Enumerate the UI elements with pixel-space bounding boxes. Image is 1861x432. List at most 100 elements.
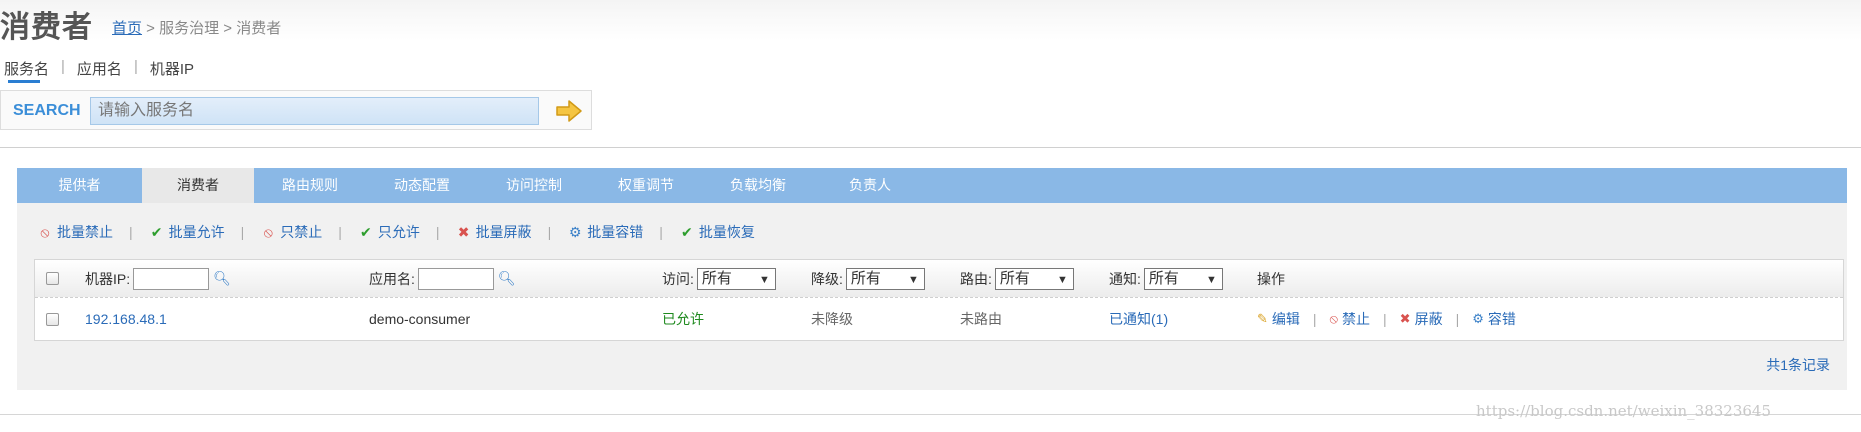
select-value: 所有 [999, 269, 1030, 287]
action-label: 只禁止 [280, 224, 323, 240]
batch-actions: ⦸ 批量禁止 | ✔ 批量允许 | ⦸ 只禁止 | ✔ 只允许 | ✖ 批量屏蔽… [37, 222, 755, 242]
degrade-status: 未降级 [811, 311, 853, 327]
check-icon: ✔ [680, 223, 693, 240]
app-filter-input[interactable] [417, 267, 494, 290]
forbid-icon: ⦸ [1329, 311, 1339, 326]
app-filter-cell: 应用名: 🔍︎ [369, 260, 516, 297]
arrow-right-icon[interactable] [555, 99, 583, 123]
route-filter-select[interactable]: 所有 ▼ [994, 267, 1074, 290]
divider: | [240, 224, 245, 240]
check-icon: ✔ [150, 223, 163, 240]
divider: | [338, 224, 342, 240]
search-type-tabs: 服务名 | 应用名 | 机器IP [4, 58, 194, 83]
batch-block-button[interactable]: ✖ 批量屏蔽 [456, 222, 532, 242]
breadcrumb-home-link[interactable]: 首页 [112, 20, 142, 37]
header-divider [0, 147, 1861, 148]
table-row: 192.168.48.1 demo-consumer 已允许 未降级 未路由 已… [35, 298, 1843, 340]
app-name: demo-consumer [369, 311, 471, 327]
notify-link[interactable]: 已通知(1) [1109, 298, 1168, 340]
batch-restore-button[interactable]: ✔ 批量恢复 [679, 222, 755, 242]
app-filter-label: 应用名: [369, 270, 415, 287]
only-allow-button[interactable]: ✔ 只允许 [358, 222, 420, 242]
degrade-filter-label: 降级: [811, 270, 843, 287]
op-label: 容错 [1487, 311, 1516, 327]
row-ops: ✎ 编辑 | ⦸ 禁止 | ✖ 屏蔽 | ⚙ 容错 [1257, 298, 1516, 340]
tab-providers[interactable]: 提供者 [17, 168, 142, 203]
forbid-icon: ⦸ [263, 223, 273, 240]
batch-allow-button[interactable]: ✔ 批量允许 [149, 222, 225, 242]
route-filter-label: 路由: [960, 270, 992, 287]
governance-tabs: 提供者 消费者 路由规则 动态配置 访问控制 权重调节 负载均衡 负责人 [17, 168, 1847, 203]
ip-link[interactable]: 192.168.48.1 [85, 298, 167, 340]
block-button[interactable]: ✖ 屏蔽 [1400, 309, 1443, 329]
notify-filter-label: 通知: [1109, 270, 1141, 287]
action-label: 批量允许 [168, 224, 225, 240]
tab-access-control[interactable]: 访问控制 [478, 168, 590, 203]
block-icon: ✖ [1399, 311, 1411, 326]
op-label: 屏蔽 [1414, 311, 1443, 327]
access-filter-select[interactable]: 所有 ▼ [696, 267, 776, 290]
block-icon: ✖ [457, 223, 470, 240]
dropdown-arrow-icon: ▼ [1206, 273, 1217, 286]
ops-header: 操作 [1257, 270, 1285, 287]
divider: | [133, 58, 138, 75]
degrade-filter-cell: 降级: 所有 ▼ [811, 260, 925, 297]
search-label: SEARCH [13, 102, 81, 119]
tab-owners[interactable]: 负责人 [814, 168, 926, 203]
search-box: SEARCH [0, 90, 592, 130]
consumer-panel: 提供者 消费者 路由规则 动态配置 访问控制 权重调节 负载均衡 负责人 ⦸ 批… [17, 168, 1847, 390]
search-tab-service[interactable]: 服务名 [4, 58, 49, 79]
watermark: https://blog.csdn.net/weixin_38323645 [1476, 402, 1772, 420]
divider: | [547, 224, 552, 240]
route-filter-cell: 路由: 所有 ▼ [960, 260, 1074, 297]
dropdown-arrow-icon: ▼ [908, 273, 919, 286]
notify-filter-select[interactable]: 所有 ▼ [1143, 267, 1223, 290]
action-label: 批量恢复 [698, 224, 755, 240]
access-status: 已允许 [662, 311, 704, 327]
search-icon[interactable]: 🔍︎ [498, 270, 516, 287]
action-label: 批量屏蔽 [475, 224, 532, 240]
action-label: 只允许 [377, 224, 420, 240]
action-label: 批量容错 [587, 224, 644, 240]
forbid-button[interactable]: ⦸ 禁止 [1330, 309, 1370, 329]
select-value: 所有 [1148, 269, 1179, 287]
select-value: 所有 [850, 269, 881, 287]
select-value: 所有 [701, 269, 732, 287]
divider: | [1383, 311, 1387, 327]
only-forbid-button[interactable]: ⦸ 只禁止 [260, 222, 323, 242]
ip-filter-cell: 机器IP: 🔍︎ [85, 260, 231, 297]
action-label: 批量禁止 [57, 224, 113, 240]
search-input[interactable] [90, 97, 539, 125]
notify-filter-cell: 通知: 所有 ▼ [1109, 260, 1223, 297]
divider: | [659, 224, 663, 240]
dropdown-arrow-icon: ▼ [759, 273, 770, 286]
select-all-checkbox[interactable] [46, 272, 59, 285]
tab-routes[interactable]: 路由规则 [254, 168, 366, 203]
check-icon: ✔ [360, 223, 372, 240]
tab-dynamic-config[interactable]: 动态配置 [366, 168, 478, 203]
tab-consumers[interactable]: 消费者 [142, 168, 254, 203]
page-header: 消费者 首页 > 服务治理 > 消费者 服务名 | 应用名 | 机器IP SEA… [0, 0, 1861, 145]
edit-button[interactable]: ✎ 编辑 [1257, 309, 1300, 329]
row-checkbox-cell [46, 298, 59, 340]
tab-load-balance[interactable]: 负载均衡 [702, 168, 814, 203]
divider: | [129, 224, 133, 240]
batch-forbid-button[interactable]: ⦸ 批量禁止 [37, 222, 113, 242]
dropdown-arrow-icon: ▼ [1057, 273, 1068, 286]
search-tab-app[interactable]: 应用名 [77, 58, 122, 79]
tolerance-button[interactable]: ⚙ 容错 [1472, 309, 1516, 329]
batch-tolerance-button[interactable]: ⚙ 批量容错 [567, 222, 643, 242]
access-filter-cell: 访问: 所有 ▼ [662, 260, 776, 297]
search-tab-ip[interactable]: 机器IP [150, 58, 194, 79]
ip-filter-label: 机器IP: [85, 270, 131, 287]
tab-weights[interactable]: 权重调节 [590, 168, 702, 203]
row-checkbox[interactable] [46, 312, 59, 326]
header-checkbox-cell [46, 260, 59, 297]
route-status: 未路由 [960, 311, 1002, 327]
search-icon[interactable]: 🔍︎ [213, 270, 231, 287]
divider: | [435, 224, 440, 240]
table-header: 机器IP: 🔍︎ 应用名: 🔍︎ 访问: 所有 ▼ 降级: 所有 ▼ 路由: 所有 ▼ [35, 260, 1843, 298]
degrade-filter-select[interactable]: 所有 ▼ [845, 267, 925, 290]
ip-filter-input[interactable] [133, 267, 210, 290]
divider: | [61, 58, 65, 75]
